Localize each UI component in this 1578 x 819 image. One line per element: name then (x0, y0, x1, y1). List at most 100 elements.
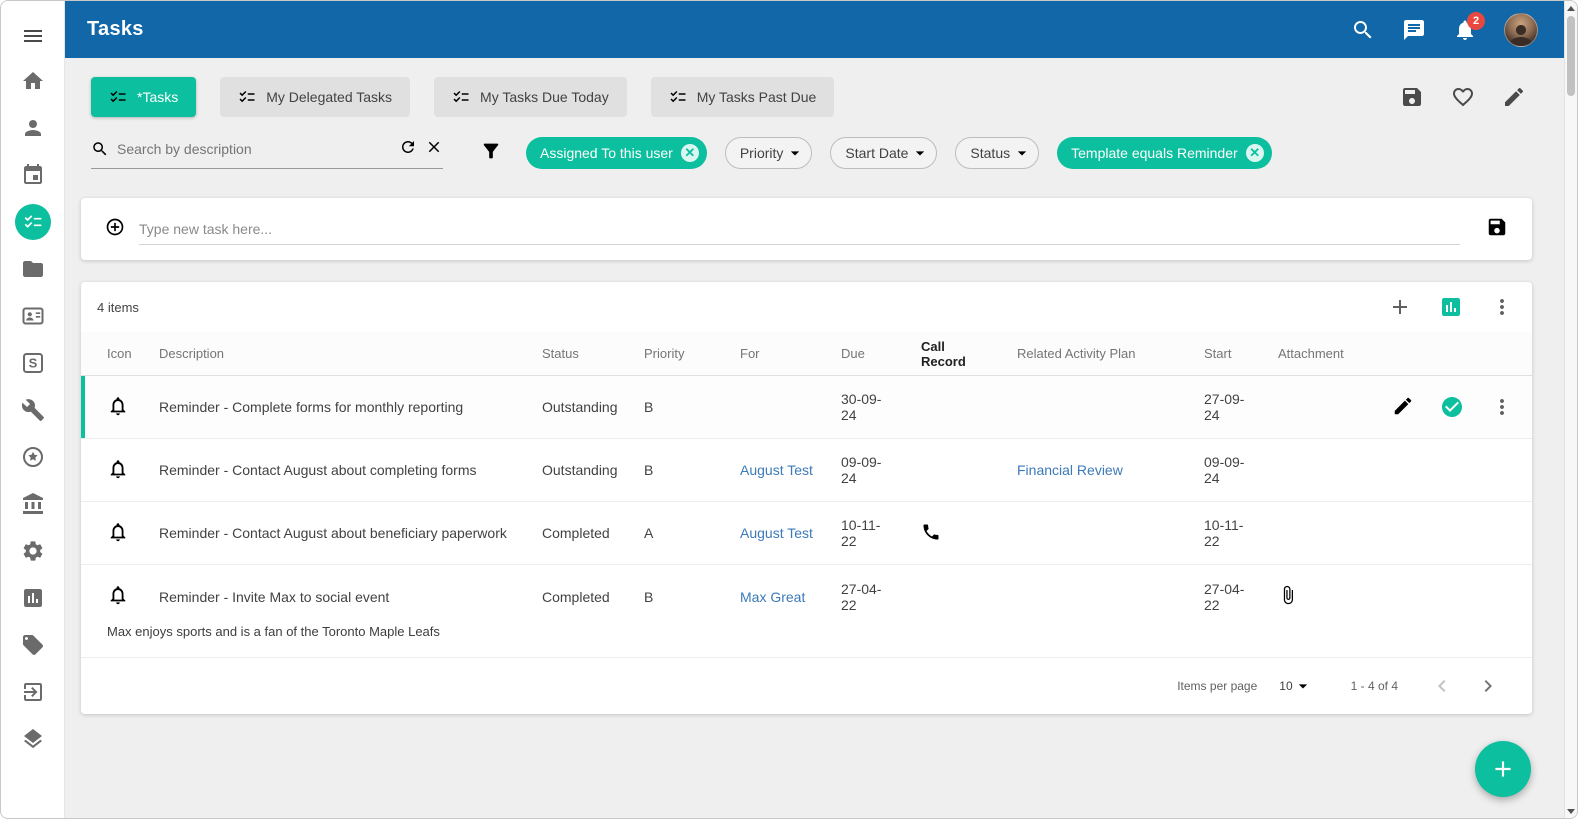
filter-funnel-icon[interactable] (480, 140, 502, 167)
sidebar-item-calendar[interactable] (1, 151, 65, 198)
table-row[interactable]: Reminder - Complete forms for monthly re… (81, 376, 1532, 439)
for-contact-link[interactable]: Max Great (740, 589, 805, 605)
app-window: Tasks 2 *Tasks (0, 0, 1578, 819)
column-header-priority[interactable]: Priority (618, 346, 714, 361)
table-header-row: Icon Description Status Priority For Due… (81, 332, 1532, 376)
chip-assigned-to-this-user[interactable]: Assigned To this user ✕ (526, 137, 707, 169)
add-task-icon[interactable] (1388, 295, 1412, 319)
tab-tasks[interactable]: *Tasks (91, 77, 196, 117)
sidebar-item-contacts[interactable] (1, 104, 65, 151)
new-task-input[interactable] (139, 214, 1460, 245)
scrollbar[interactable] (1564, 1, 1577, 818)
chip-remove-icon[interactable]: ✕ (681, 144, 699, 162)
edit-task-pencil-icon[interactable] (1392, 395, 1414, 420)
add-circle-icon[interactable] (105, 217, 125, 242)
save-view-icon[interactable] (1400, 85, 1424, 109)
search-input[interactable] (117, 141, 391, 157)
chip-start-date[interactable]: Start Date (830, 137, 937, 169)
tasks-checklist-icon (23, 212, 43, 232)
user-avatar[interactable] (1504, 13, 1538, 47)
tab-my-tasks-past-due[interactable]: My Tasks Past Due (651, 77, 835, 117)
call-record-phone-icon[interactable] (921, 522, 941, 545)
chip-remove-icon[interactable]: ✕ (1246, 144, 1264, 162)
for-contact-link[interactable]: August Test (740, 462, 813, 478)
column-header-icon[interactable]: Icon (81, 346, 133, 361)
reminder-bell-icon (107, 395, 129, 417)
table-row[interactable]: Reminder - Invite Max to social event Co… (81, 565, 1532, 628)
chip-label: Start Date (845, 145, 908, 161)
add-task-fab[interactable] (1475, 741, 1531, 797)
column-header-for[interactable]: For (714, 346, 815, 361)
items-per-page-select[interactable]: 10 (1279, 676, 1312, 696)
column-header-attachment[interactable]: Attachment (1252, 346, 1362, 361)
column-header-call-record[interactable]: Call Record (895, 339, 991, 369)
chip-status[interactable]: Status (955, 137, 1039, 169)
task-due-date: 10-11-22 (815, 517, 895, 549)
related-activity-plan-link[interactable]: Financial Review (1017, 462, 1123, 478)
chevron-down-icon (1012, 143, 1032, 163)
tab-my-delegated-tasks[interactable]: My Delegated Tasks (220, 77, 410, 117)
table-toolbar: 4 items (81, 282, 1532, 332)
sidebar-item-tags[interactable] (1, 621, 65, 668)
sidebar-item-address-book[interactable] (1, 292, 65, 339)
sidebar-item-home[interactable] (1, 57, 65, 104)
search-icon[interactable] (1351, 18, 1375, 42)
tab-my-tasks-due-today[interactable]: My Tasks Due Today (434, 77, 627, 117)
for-contact-link[interactable]: August Test (740, 525, 813, 541)
sidebar-item-tools[interactable] (1, 386, 65, 433)
chart-view-icon[interactable] (1439, 295, 1463, 319)
bank-icon (21, 492, 45, 516)
sidebar-item-accounts[interactable] (1, 480, 65, 527)
chip-priority[interactable]: Priority (725, 137, 813, 169)
sidebar-item-sales[interactable] (1, 339, 65, 386)
wrench-icon (21, 398, 45, 422)
clear-search-icon[interactable] (425, 138, 443, 161)
sidebar-item-tasks[interactable] (1, 198, 65, 245)
chip-template-equals-reminder[interactable]: Template equals Reminder ✕ (1057, 137, 1272, 169)
column-header-related-activity-plan[interactable]: Related Activity Plan (991, 346, 1178, 361)
tag-icon (21, 633, 45, 657)
next-page-icon[interactable] (1476, 674, 1500, 698)
sidebar-item-logout[interactable] (1, 668, 65, 715)
column-header-description[interactable]: Description (133, 346, 516, 361)
scroll-down-arrow[interactable] (1565, 804, 1577, 818)
sidebar-item-settings[interactable] (1, 527, 65, 574)
task-start-date: 09-09-24 (1178, 454, 1252, 486)
column-header-start[interactable]: Start (1178, 346, 1252, 361)
more-options-icon[interactable] (1490, 295, 1514, 319)
row-more-options-icon[interactable] (1490, 395, 1514, 419)
checklist-icon (238, 88, 256, 106)
column-header-status[interactable]: Status (516, 346, 618, 361)
sidebar-item-documents[interactable] (1, 245, 65, 292)
menu-icon[interactable] (21, 15, 45, 57)
save-task-icon[interactable] (1486, 216, 1508, 243)
edit-view-pencil-icon[interactable] (1502, 85, 1526, 109)
favorite-heart-icon[interactable] (1451, 85, 1475, 109)
previous-page-icon[interactable] (1430, 674, 1454, 698)
contact-card-icon (21, 304, 45, 328)
table-row[interactable]: Reminder - Contact August about benefici… (81, 502, 1532, 565)
task-start-date: 10-11-22 (1178, 517, 1252, 549)
attachment-paperclip-icon[interactable] (1278, 585, 1298, 608)
chevron-down-icon (910, 143, 930, 163)
chat-icon[interactable] (1402, 18, 1426, 42)
chevron-down-icon (1293, 676, 1313, 696)
table-row[interactable]: Reminder - Contact August about completi… (81, 439, 1532, 502)
person-icon (21, 116, 45, 140)
sidebar-item-favorites[interactable] (1, 433, 65, 480)
scroll-up-arrow[interactable] (1565, 1, 1577, 15)
sidebar-item-layers[interactable] (1, 715, 65, 762)
pagination-bar: Items per page 10 1 - 4 of 4 (81, 658, 1532, 714)
refresh-icon[interactable] (399, 138, 417, 161)
sidebar-item-reports[interactable] (1, 574, 65, 621)
items-per-page-label: Items per page (1177, 679, 1257, 693)
scrollbar-thumb[interactable] (1567, 16, 1575, 96)
task-due-date: 30-09-24 (815, 391, 895, 423)
notifications-bell-icon[interactable]: 2 (1453, 18, 1477, 42)
search-box (91, 138, 443, 169)
column-header-due[interactable]: Due (815, 346, 895, 361)
complete-task-check-icon[interactable] (1440, 395, 1464, 419)
row-actions (1362, 395, 1532, 420)
checklist-icon (452, 88, 470, 106)
avatar-silhouette-icon (1508, 22, 1534, 46)
